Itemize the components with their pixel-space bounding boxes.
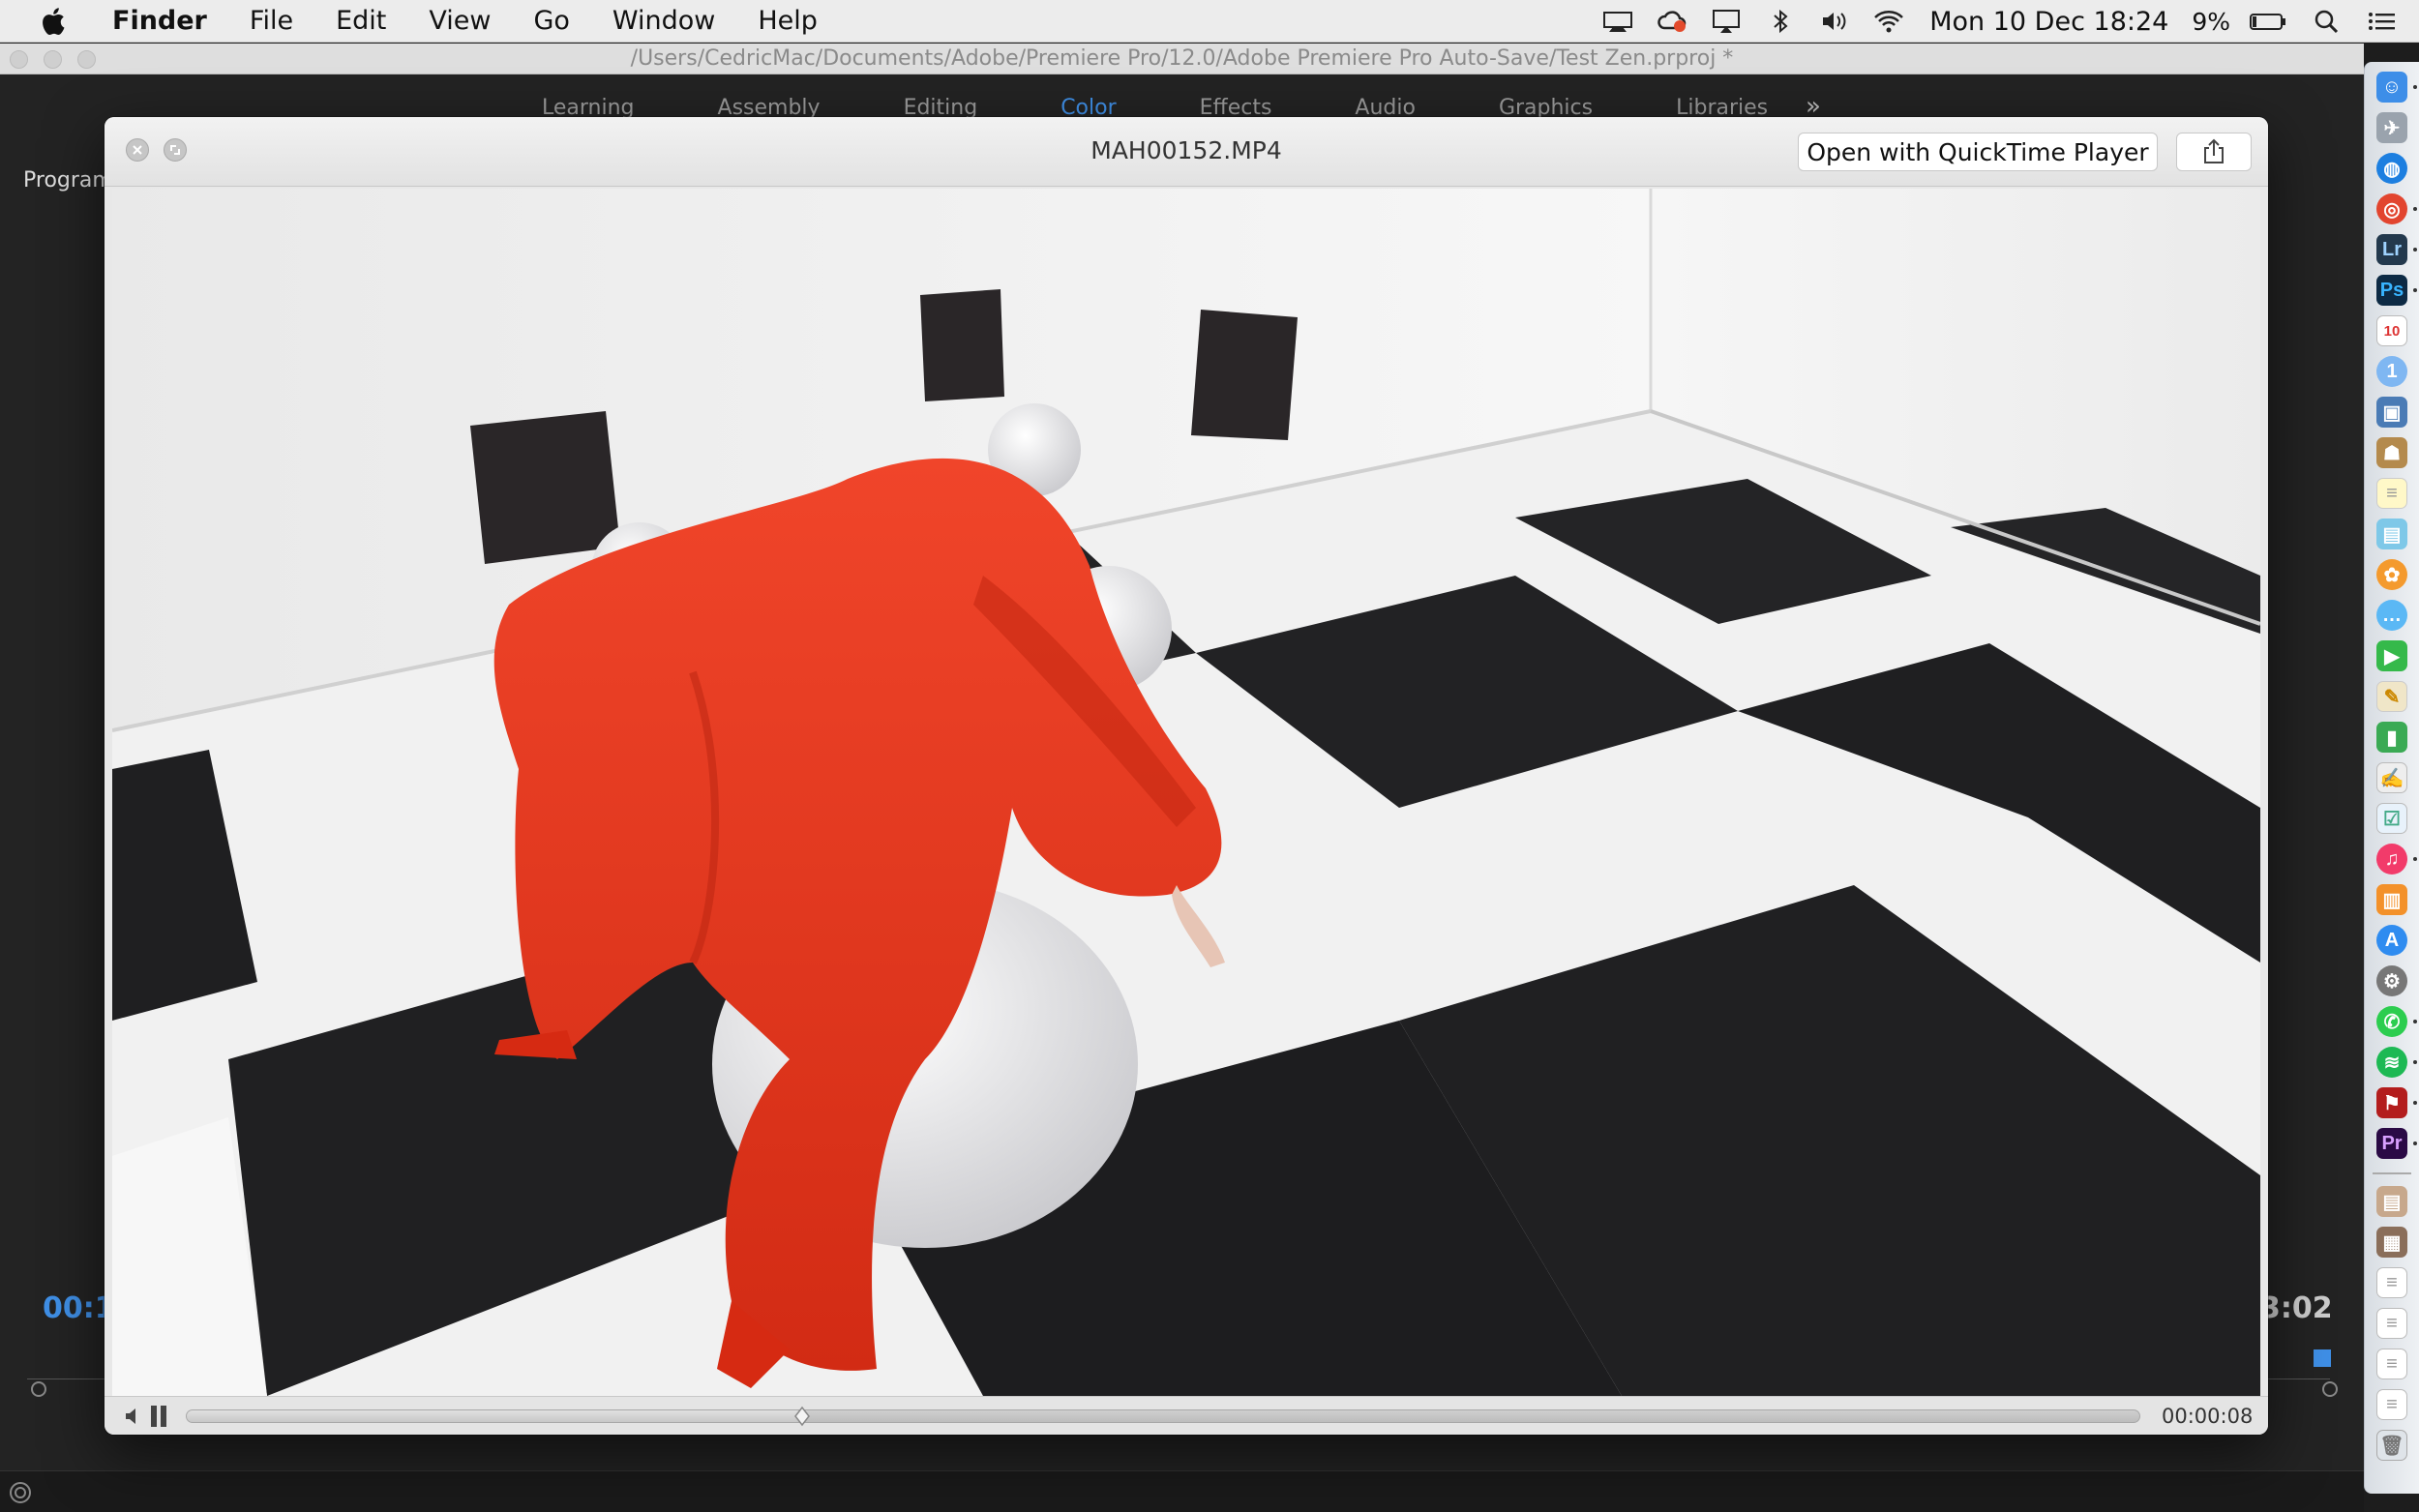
menu-help[interactable]: Help (758, 6, 818, 36)
spotify-icon[interactable]: ≋ (2376, 1047, 2407, 1078)
close-window-button[interactable] (10, 50, 28, 69)
scrub-bar-knob[interactable] (793, 1406, 811, 1427)
menu-app-name[interactable]: Finder (112, 6, 207, 36)
pause-icon (161, 1406, 166, 1427)
acrobat-icon[interactable]: ⚑ (2376, 1087, 2407, 1118)
lightroom-icon[interactable]: Lr (2376, 234, 2407, 265)
stack-downloads-icon[interactable]: ▤ (2376, 1186, 2407, 1217)
notes-icon[interactable]: ≡ (2376, 478, 2407, 509)
preview-icon[interactable]: ▣ (2376, 397, 2407, 428)
whatsapp-icon[interactable]: ✆ (2376, 1006, 2407, 1037)
in-point-marker[interactable] (31, 1381, 46, 1397)
elapsed-time: 00:00:08 (2162, 1405, 2254, 1428)
out-point-marker[interactable] (2322, 1381, 2338, 1397)
airplay-icon[interactable] (1710, 7, 1743, 36)
wifi-icon[interactable] (1872, 7, 1905, 36)
launchpad-icon[interactable]: ✈ (2376, 112, 2407, 143)
bluetooth-icon[interactable] (1764, 7, 1797, 36)
menubar-clock[interactable]: Mon 10 Dec 18:24 (1929, 7, 2168, 37)
menu-edit[interactable]: Edit (336, 6, 386, 36)
chrome-icon[interactable]: ◎ (2376, 193, 2407, 224)
zoom-window-button[interactable] (77, 50, 96, 69)
quicklook-window: MAH00152.MP4 Open with QuickTime Player (105, 117, 2268, 1435)
stack-images-icon[interactable]: ▦ (2376, 1227, 2407, 1258)
playback-controls: 00:00:08 (105, 1396, 2268, 1435)
menu-view[interactable]: View (429, 6, 491, 36)
1password-icon[interactable]: 1 (2376, 356, 2407, 387)
project-path: /Users/CedricMac/Documents/Adobe/Premier… (630, 46, 1734, 71)
textedit-icon[interactable]: ✍ (2376, 762, 2407, 793)
battery-percent[interactable]: 9% (2192, 8, 2230, 36)
duration-timecode: 3:02 (2260, 1291, 2333, 1325)
minimize-window-button[interactable] (44, 50, 62, 69)
volume-icon[interactable] (122, 1405, 145, 1428)
safari-icon[interactable]: ◍ (2376, 153, 2407, 184)
menu-window[interactable]: Window (612, 6, 715, 36)
menubar: Finder File Edit View Go Window Help Mon… (0, 0, 2419, 43)
quicklook-title-bar: MAH00152.MP4 Open with QuickTime Player (105, 117, 2268, 187)
menu-go[interactable]: Go (533, 6, 569, 36)
scrub-bar-progress (187, 1410, 802, 1422)
battery-icon[interactable] (2247, 7, 2289, 36)
premiere-status-bar (0, 1470, 2364, 1512)
app-store-icon[interactable]: A (2376, 925, 2407, 956)
open-with-quicktime-button[interactable]: Open with QuickTime Player (1798, 133, 2158, 171)
trash-icon[interactable]: 🗑 (2376, 1430, 2407, 1461)
notification-center-icon[interactable] (2365, 7, 2398, 36)
apple-icon[interactable] (37, 4, 72, 39)
messages-icon[interactable]: … (2376, 600, 2407, 631)
volume-icon[interactable] (1818, 7, 1851, 36)
calendar-icon[interactable]: 10 (2376, 315, 2407, 346)
doc-thumbnail-icon[interactable]: ≡ (2376, 1389, 2407, 1420)
contacts-icon[interactable]: ☗ (2376, 437, 2407, 468)
creative-cloud-sync-icon[interactable] (8, 1480, 33, 1505)
finder-icon[interactable]: ☺ (2376, 72, 2407, 103)
ibooks-icon[interactable]: ▥ (2376, 884, 2407, 915)
doc-thumbnail-icon[interactable]: ≡ (2376, 1349, 2407, 1379)
pause-icon (151, 1406, 157, 1427)
numbers-icon[interactable]: ▮ (2376, 722, 2407, 753)
photos-icon[interactable]: ✿ (2376, 559, 2407, 590)
doc-thumbnail-icon[interactable]: ≡ (2376, 1308, 2407, 1339)
reminders-icon[interactable]: ☑ (2376, 803, 2407, 834)
pages-icon[interactable]: ✎ (2376, 681, 2407, 712)
share-icon (2204, 138, 2224, 163)
premiere-title-bar: /Users/CedricMac/Documents/Adobe/Premier… (0, 44, 2364, 74)
facetime-icon[interactable]: ▶ (2376, 640, 2407, 671)
scrub-bar[interactable] (186, 1406, 2140, 1427)
photoshop-icon[interactable]: Ps (2376, 275, 2407, 306)
doc-thumbnail-icon[interactable]: ≡ (2376, 1267, 2407, 1298)
dock: ☺ ✈ ◍ ◎ Lr Ps 10 1 ▣ ☗ ≡ ▤ ✿ … ▶ ✎ ▮ ✍ ☑… (2364, 62, 2419, 1494)
system-preferences-icon[interactable]: ⚙ (2376, 965, 2407, 996)
menu-file[interactable]: File (250, 6, 293, 36)
playhead-handle[interactable] (2314, 1349, 2331, 1367)
video-frame[interactable] (112, 189, 2260, 1396)
share-button[interactable] (2176, 133, 2252, 171)
premiere-pro-icon[interactable]: Pr (2376, 1128, 2407, 1159)
video-scene-illustration (112, 189, 2260, 1396)
pause-button[interactable] (149, 1406, 168, 1427)
creative-cloud-icon[interactable] (1656, 7, 1688, 36)
window-controls (10, 50, 111, 69)
program-monitor-label[interactable]: Program (23, 168, 113, 193)
dock-divider (2373, 1172, 2411, 1174)
itunes-icon[interactable]: ♫ (2376, 844, 2407, 875)
spotlight-search-icon[interactable] (2311, 7, 2344, 36)
display-menu-icon[interactable] (1601, 7, 1634, 36)
image-capture-icon[interactable]: ▤ (2376, 519, 2407, 549)
